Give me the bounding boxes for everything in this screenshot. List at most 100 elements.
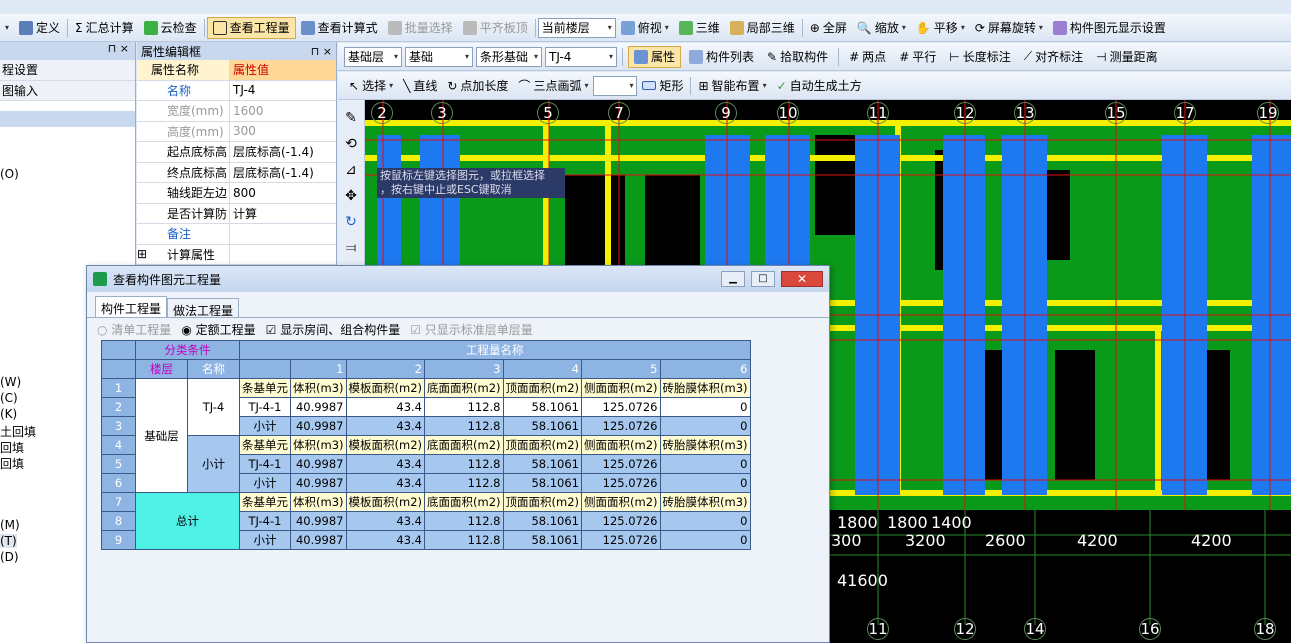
check-std-floor[interactable]: ☑ 只显示标准层单层量 (410, 321, 533, 338)
cloud-check-button[interactable]: 云检查 (139, 17, 202, 39)
two-point-button[interactable]: # 两点 (844, 46, 891, 68)
left-item-backfill1[interactable]: 土回填 (0, 423, 36, 440)
left-item-w[interactable]: (W) (0, 375, 21, 389)
offset-icon[interactable]: ⟲ (345, 136, 357, 152)
type-select[interactable]: 基础 ▾ (405, 46, 473, 67)
radio-quota-qty[interactable]: ◉ 定额工程量 (181, 321, 255, 338)
pick-icon: ✎ (767, 49, 778, 64)
pick-component-button[interactable]: ✎ 拾取构件 (762, 46, 833, 68)
axis-label: 2 (371, 102, 393, 124)
tab-component-qty[interactable]: 构件工程量 (95, 296, 168, 317)
subtype-select[interactable]: 条形基础 ▾ (476, 46, 542, 67)
extend-icon[interactable]: ⫤ (346, 240, 357, 256)
property-value[interactable]: 层底标高(-1.4) (229, 162, 336, 182)
rotate-tool-icon[interactable]: ↻ (345, 214, 357, 230)
length-dim-button[interactable]: ⊢ 长度标注 (944, 46, 1015, 68)
property-value[interactable]: 800 (229, 183, 336, 203)
property-value[interactable]: 层底标高(-1.4) (229, 142, 336, 162)
table-cell (101, 359, 136, 379)
check-show-room[interactable]: ☑ 显示房间、组合构件量 (266, 321, 401, 338)
align-slab-button[interactable]: 平齐板顶 (458, 17, 533, 39)
left-item-k[interactable]: (K) (0, 407, 17, 421)
component-list-button[interactable]: 构件列表 (684, 46, 759, 68)
fullscreen-button[interactable]: ⊕ 全屏 (805, 17, 852, 39)
display-settings-button[interactable]: 构件图元显示设置 (1048, 17, 1171, 39)
measure-button[interactable]: ⊣ 测量距离 (1091, 46, 1162, 68)
summary-calc-button[interactable]: Σ 汇总计算 (70, 17, 139, 39)
property-row[interactable]: 高度(mm) 300 (137, 121, 336, 142)
left-item-d[interactable]: (D) (0, 550, 19, 564)
left-item-drawing[interactable]: 图输入 (0, 80, 135, 101)
zoom-button[interactable]: 🔍 缩放 ▾ (852, 17, 911, 39)
3d-button[interactable]: 三维 (674, 17, 725, 39)
dialog-titlebar: 查看构件图元工程量 ▁ □ ✕ (87, 266, 829, 292)
property-name: 轴线距左边 (167, 186, 228, 201)
quantity-table-wrap: 分类条件 工程量名称 楼层 名称 1 2 3 4 5 6 1 基础层 TJ-4 条基单元 体积(m3) 模板面… (101, 340, 751, 550)
parallel-button[interactable]: # 平行 (894, 46, 941, 68)
left-item-o[interactable]: (O) (0, 167, 19, 181)
pan-button[interactable]: ✋ 平移 ▾ (911, 17, 970, 39)
left-item-m[interactable]: (M) (0, 518, 20, 532)
tab-method-qty[interactable]: 做法工程量 (167, 298, 240, 318)
property-name: 备注 (167, 227, 192, 242)
property-row[interactable]: 终点底标高 层底标高(-1.4) (137, 162, 336, 183)
table-cell: 4 (502, 359, 582, 379)
table-cell: 58.1061 (502, 530, 582, 550)
local-3d-button[interactable]: 局部三维 (725, 17, 800, 39)
table-cell: 125.0726 (581, 397, 661, 417)
property-row[interactable]: 备注 (137, 224, 336, 245)
move-icon[interactable]: ✥ (345, 188, 357, 204)
property-row[interactable]: 是否计算防 计算 (137, 203, 336, 224)
left-item-t[interactable]: (T) (0, 534, 17, 548)
toolbar-dropdown[interactable]: ▾ (0, 17, 14, 39)
table-cell: 1 (101, 378, 136, 398)
pen-icon[interactable]: ✎ (345, 110, 357, 126)
table-row[interactable]: 1 基础层 TJ-4 条基单元 体积(m3) 模板面积(m2) 底面面积(m2) 顶面面积(m… (101, 378, 751, 493)
maximize-button[interactable]: □ (751, 271, 775, 287)
line-button[interactable]: ╲ 直线 (398, 75, 442, 97)
view-formula-button[interactable]: 查看计算式 (296, 17, 383, 39)
layer-select[interactable]: 基础层 ▾ (344, 46, 402, 67)
property-row[interactable]: 轴线距左边 800 (137, 183, 336, 204)
property-row[interactable]: 宽度(mm) 1600 (137, 101, 336, 122)
left-item-c[interactable]: (C) (0, 391, 18, 405)
minimize-button[interactable]: ▁ (721, 271, 745, 287)
left-item-backfill3[interactable]: 回填 (0, 455, 24, 472)
property-value[interactable] (229, 244, 336, 264)
property-value[interactable]: TJ-4 (229, 80, 336, 100)
left-item-backfill2[interactable]: 回填 (0, 439, 24, 456)
property-value[interactable]: 300 (229, 121, 336, 141)
align-dim-button[interactable]: ⟋ 对齐标注 (1019, 46, 1088, 68)
property-row[interactable]: 起点底标高 层底标高(-1.4) (137, 142, 336, 163)
attributes-button[interactable]: 属性 (628, 45, 682, 68)
mirror-icon[interactable]: ⊿ (345, 162, 357, 178)
property-value[interactable]: 计算 (229, 203, 336, 223)
view-quantity-button[interactable]: 查看工程量 (206, 16, 296, 39)
property-name: 宽度(mm) (167, 104, 224, 119)
table-cell: 112.8 (424, 454, 504, 474)
close-button[interactable]: ✕ (781, 271, 823, 287)
table-row[interactable]: 4 小计 条基单元 体积(m3) 模板面积(m2) 底面面积(m2) 顶面面积(m2) 侧面面… (101, 435, 751, 493)
arc-button[interactable]: ⌒ 三点画弧 ▾ (513, 75, 593, 97)
property-value[interactable] (229, 224, 336, 244)
smart-layout-button[interactable]: ⊞ 智能布置 ▾ (693, 75, 771, 97)
property-row[interactable]: 名称 TJ-4 (137, 80, 336, 101)
rotate-button[interactable]: ⟳ 屏幕旋转 ▾ (970, 17, 1048, 39)
radio-bill-qty[interactable]: ○ 清单工程量 (97, 321, 171, 338)
rect-button[interactable]: 矩形 (637, 75, 688, 97)
pin-close-icon[interactable]: ⊓ × (311, 45, 332, 58)
top-view-button[interactable]: 俯视 ▾ (616, 17, 674, 39)
point-length-button[interactable]: ↻ 点加长度 (442, 75, 513, 97)
table-row[interactable]: 7 总计 条基单元 体积(m3) 模板面积(m2) 底面面积(m2) 顶面面积(m2) 侧面面… (101, 492, 751, 550)
left-item-settings[interactable]: 程设置 (0, 60, 135, 81)
component-select[interactable]: TJ-4 ▾ (545, 46, 617, 67)
arc-option-select[interactable]: ▾ (593, 75, 638, 96)
batch-select-button[interactable]: 批量选择 (383, 17, 458, 39)
define-button[interactable]: 定义 (14, 17, 65, 39)
select-button[interactable]: ↖ 选择 ▾ (344, 75, 398, 97)
floor-select[interactable]: 当前楼层 ▾ (537, 17, 616, 38)
property-value[interactable]: 1600 (229, 101, 336, 121)
hand-icon: ✋ (915, 20, 931, 35)
property-row[interactable]: ⊞ 计算属性 (137, 244, 336, 265)
auto-earthwork-button[interactable]: ✓ 自动生成土方 (772, 75, 867, 97)
